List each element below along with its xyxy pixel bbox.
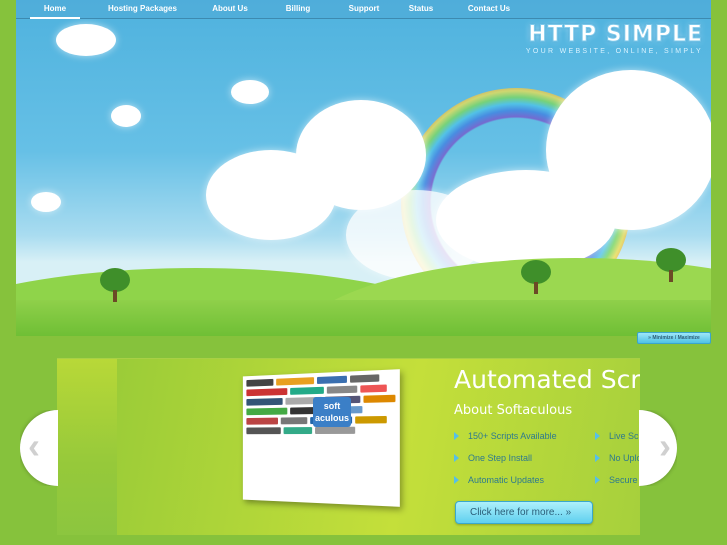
feature-item: 150+ Scripts Available [454,431,557,441]
cloud [31,192,61,212]
hero-banner: Home Hosting Packages About Us Billing S… [16,0,711,336]
cloud [231,80,269,104]
feature-item: Automatic Updates [454,475,544,485]
tree [100,268,130,302]
feature-label: Live Script Demo's [609,431,640,441]
nav-contact-us[interactable]: Contact Us [459,0,519,19]
feature-slider: soft aculous Automated Script Insta Abou… [57,358,640,535]
nav-home[interactable]: Home [30,0,80,19]
minimize-maximize-button[interactable]: » Minimize / Maximize [637,332,711,344]
script-logos-collage [242,369,400,507]
slide-subheading: About Softaculous [454,403,573,418]
bullet-arrow-icon [454,454,459,462]
logo-title: HTTP SIMPLE [528,22,703,48]
nav-about-us[interactable]: About Us [200,0,260,19]
nav-support[interactable]: Support [339,0,389,19]
feature-item: Secure Script Setup [595,475,640,485]
slide: soft aculous Automated Script Insta Abou… [117,359,640,535]
site-logo[interactable]: HTTP SIMPLE YOUR WEBSITE, ONLINE, SIMPLY [525,22,703,56]
tree [656,248,686,282]
bullet-arrow-icon [454,432,459,440]
tree [521,260,551,294]
cloud [111,105,141,127]
logo-tagline: YOUR WEBSITE, ONLINE, SIMPLY [525,48,703,55]
nav-status[interactable]: Status [401,0,441,19]
feature-item: Live Script Demo's [595,431,640,441]
feature-item: One Step Install [454,453,532,463]
feature-label: Secure Script Setup [609,475,640,485]
bullet-arrow-icon [595,432,600,440]
bullet-arrow-icon [454,476,459,484]
cloud [206,150,336,240]
feature-label: No Uploading and Dow [609,453,640,463]
feature-item: No Uploading and Dow [595,453,640,463]
feature-label: Automatic Updates [468,475,545,485]
nav-hosting-packages[interactable]: Hosting Packages [95,0,190,19]
cloud [56,24,116,56]
nav-billing[interactable]: Billing [273,0,323,19]
feature-label: 150+ Scripts Available [468,431,557,441]
bullet-arrow-icon [595,476,600,484]
click-for-more-button[interactable]: Click here for more... » [455,501,593,524]
slide-headline: Automated Script Insta [454,365,640,394]
bullet-arrow-icon [595,454,600,462]
softaculous-badge: soft aculous [313,397,351,427]
main-nav: Home Hosting Packages About Us Billing S… [16,0,711,19]
meadow [16,300,711,336]
feature-label: One Step Install [468,453,533,463]
